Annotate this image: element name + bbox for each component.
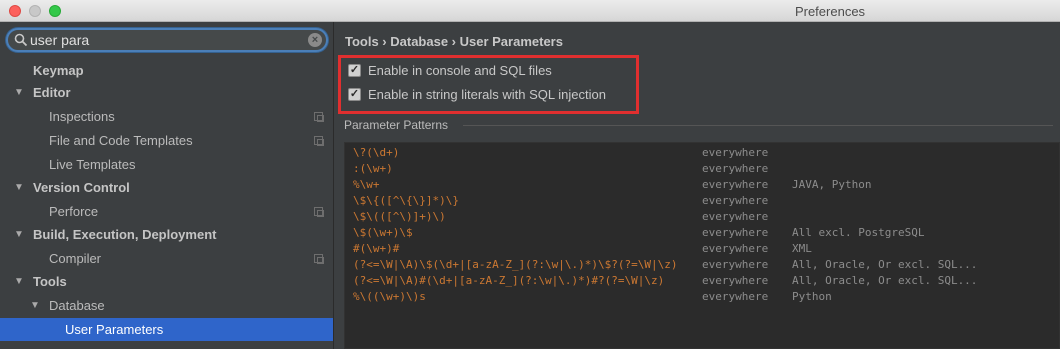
window-title: Preferences (794, 4, 866, 19)
tree-item-build-execution-deployment[interactable]: ▼ Build, Execution, Deployment (0, 223, 333, 246)
tree-item-compiler[interactable]: Compiler (0, 247, 333, 270)
scope-cell: everywhere (702, 146, 769, 159)
tree-item-label: Database (49, 298, 105, 313)
tree-item-label: Build, Execution, Deployment (33, 227, 217, 242)
project-scope-icon (314, 136, 324, 146)
pattern-cell: \$(\w+)\$ (353, 226, 413, 239)
project-scope-icon (314, 112, 324, 122)
expanded-arrow-icon[interactable]: ▼ (14, 176, 24, 199)
project-scope-icon (314, 254, 324, 264)
dialect-cell: Python (792, 290, 832, 303)
pattern-cell: \$\(([^\)]+)\) (353, 210, 446, 223)
pattern-cell: #(\w+)# (353, 242, 400, 255)
pattern-cell: (?<=\W|\A)\$(\d+|[a-zA-Z_](?:\w|\.)*)\$?… (353, 258, 678, 271)
tree-item-label: Live Templates (49, 157, 136, 172)
expanded-arrow-icon[interactable]: ▼ (30, 294, 40, 317)
tree-item-perforce[interactable]: Perforce (0, 200, 333, 223)
tree-item-live-templates[interactable]: Live Templates (0, 153, 333, 176)
dialect-cell: JAVA, Python (792, 178, 872, 191)
dialect-cell: All, Oracle, Or excl. SQL... (792, 258, 978, 271)
search-icon (14, 33, 28, 47)
tree-item-label: Version Control (33, 180, 130, 195)
tree-item-database[interactable]: ▼ Database (0, 294, 333, 317)
pattern-row[interactable]: %\w+ everywhere JAVA, Python (345, 177, 1060, 193)
tree-item-label: Perforce (49, 204, 99, 219)
pattern-cell: \?(\d+) (353, 146, 400, 159)
checkbox-label: Enable in console and SQL files (368, 63, 552, 78)
scope-cell: everywhere (702, 290, 769, 303)
pattern-row[interactable]: %\((\w+)\)s everywhere Python (345, 289, 1060, 305)
checkbox-checked[interactable]: ✓ (348, 64, 361, 77)
dialect-cell: All excl. PostgreSQL (792, 226, 925, 239)
scope-cell: everywhere (702, 258, 769, 271)
section-divider (463, 125, 1053, 126)
expanded-arrow-icon[interactable]: ▼ (14, 81, 24, 104)
clear-search-icon[interactable]: × (308, 33, 322, 47)
pattern-row[interactable]: \$\{([^\{\}]*)\} everywhere (345, 193, 1060, 209)
project-scope-icon (314, 207, 324, 217)
pattern-row[interactable]: :(\w+) everywhere (345, 161, 1060, 177)
pattern-cell: (?<=\W|\A)#(\d+|[a-zA-Z_](?:\w|\.)*)#?(?… (353, 274, 665, 287)
tree-item-label: File and Code Templates (49, 133, 193, 148)
pattern-cell: :(\w+) (353, 162, 393, 175)
tree-item-version-control[interactable]: ▼ Version Control (0, 176, 333, 199)
pattern-cell: \$\{([^\{\}]*)\} (353, 194, 459, 207)
expanded-arrow-icon[interactable]: ▼ (14, 270, 24, 293)
pattern-row[interactable]: (?<=\W|\A)\$(\d+|[a-zA-Z_](?:\w|\.)*)\$?… (345, 257, 1060, 273)
tree-item-file-and-code-templates[interactable]: File and Code Templates (0, 129, 333, 152)
scope-cell: everywhere (702, 226, 769, 239)
scope-cell: everywhere (702, 274, 769, 287)
settings-sidebar: × Keymap ▼ Editor Inspections File and C… (0, 22, 334, 349)
tree-item-editor[interactable]: ▼ Editor (0, 81, 333, 104)
dialect-cell: XML (792, 242, 812, 255)
tree-item-label: Compiler (49, 251, 102, 266)
checkbox-label: Enable in string literals with SQL injec… (368, 87, 606, 102)
pattern-row[interactable]: #(\w+)# everywhere XML (345, 241, 1060, 257)
dialect-cell: All, Oracle, Or excl. SQL... (792, 274, 978, 287)
pattern-row[interactable]: \?(\d+) everywhere (345, 145, 1060, 161)
scope-cell: everywhere (702, 242, 769, 255)
settings-search-box[interactable]: × (6, 28, 328, 52)
checkbox-checked[interactable]: ✓ (348, 88, 361, 101)
parameter-patterns-table[interactable]: \?(\d+) everywhere :(\w+) everywhere %\w… (344, 142, 1060, 349)
tree-item-tools[interactable]: ▼ Tools (0, 270, 333, 293)
breadcrumb: Tools › Database › User Parameters (345, 34, 563, 49)
section-title: Parameter Patterns (344, 118, 449, 132)
scope-cell: everywhere (702, 210, 769, 223)
pattern-row[interactable]: \$\(([^\)]+)\) everywhere (345, 209, 1060, 225)
expanded-arrow-icon[interactable]: ▼ (14, 223, 24, 246)
tree-item-label: User Parameters (65, 322, 164, 337)
scope-cell: everywhere (702, 162, 769, 175)
settings-content-panel: Tools › Database › User Parameters ✓ Ena… (335, 22, 1060, 349)
tree-item-label: Keymap (33, 63, 84, 78)
tree-item-label: Inspections (49, 109, 115, 124)
pattern-cell: %\((\w+)\)s (353, 290, 426, 303)
tree-item-keymap[interactable]: Keymap (0, 59, 333, 82)
tree-item-label: Editor (33, 85, 71, 100)
tree-item-inspections[interactable]: Inspections (0, 105, 333, 128)
tree-item-user-parameters[interactable]: User Parameters (0, 318, 333, 341)
title-bar: Preferences (0, 0, 1060, 22)
scope-cell: everywhere (702, 194, 769, 207)
tree-item-label: Tools (33, 274, 67, 289)
scope-cell: everywhere (702, 178, 769, 191)
pattern-cell: %\w+ (353, 178, 380, 191)
pattern-row[interactable]: (?<=\W|\A)#(\d+|[a-zA-Z_](?:\w|\.)*)#?(?… (345, 273, 1060, 289)
pattern-row[interactable]: \$(\w+)\$ everywhere All excl. PostgreSQ… (345, 225, 1060, 241)
search-input[interactable] (30, 31, 290, 49)
